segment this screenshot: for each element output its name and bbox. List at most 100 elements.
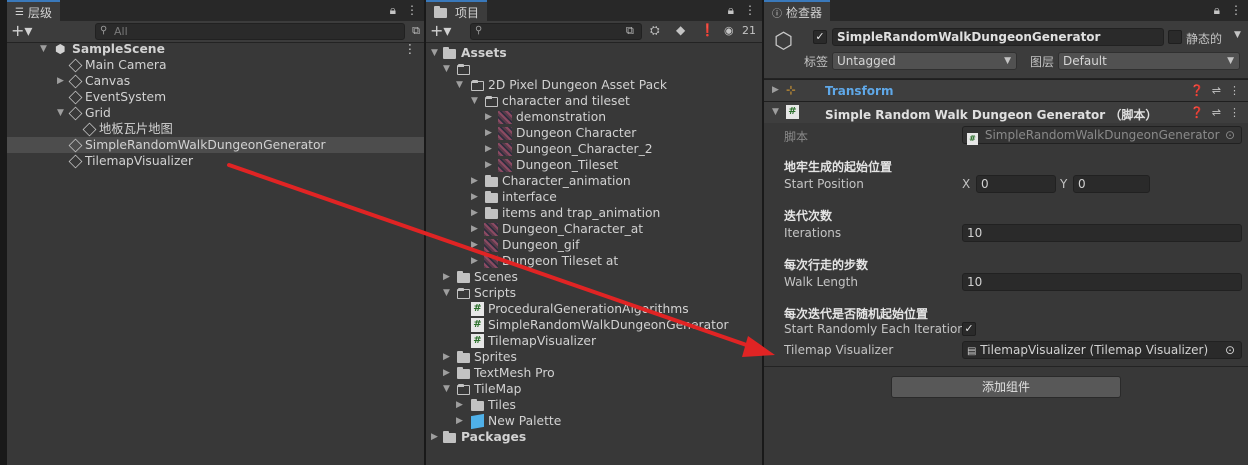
help-icon[interactable]: ❓ [1190, 106, 1204, 119]
project-tree-item[interactable]: ▶ Dungeon_Character_2 [426, 141, 762, 157]
expand-arrow[interactable]: ▼ [57, 105, 64, 121]
expand-arrow[interactable]: ▶ [431, 429, 438, 445]
layer-dropdown[interactable]: Default ▼ [1058, 52, 1240, 70]
expand-arrow[interactable]: ▶ [772, 82, 779, 98]
transform-component-header[interactable]: ▶ ⊹ Transform ❓ ⇌ ⋮ [764, 79, 1248, 101]
expand-arrow[interactable]: ▶ [456, 397, 463, 413]
project-tree-item[interactable]: ▶ Dungeon_Character_at [426, 221, 762, 237]
project-tree-item[interactable]: # SimpleRandomWalkDungeonGenerator [426, 317, 762, 333]
project-tree-item[interactable]: ▶ Scenes [426, 269, 762, 285]
project-tree-item[interactable]: ▶ Character_animation [426, 173, 762, 189]
expand-arrow[interactable]: ▼ [431, 45, 438, 61]
script-component-header[interactable]: ▼ # Simple Random Walk Dungeon Generator… [764, 101, 1248, 123]
more-options-icon[interactable]: ⋮ [744, 3, 756, 18]
expand-arrow[interactable]: ▶ [485, 125, 492, 141]
start-randomly-checkbox[interactable]: ✓ [962, 322, 976, 336]
expand-arrow[interactable]: ▶ [485, 109, 492, 125]
expand-arrow[interactable]: ▶ [443, 365, 450, 381]
warning-icon[interactable]: ❗ [700, 23, 715, 37]
hierarchy-item[interactable]: ▼ Grid [7, 105, 424, 121]
project-tree-item[interactable]: ▼ [426, 61, 762, 77]
lock-icon[interactable]: 🔒︎ [1214, 3, 1220, 18]
project-search-input[interactable]: ⚲ [470, 23, 642, 40]
expand-arrow[interactable]: ▶ [485, 141, 492, 157]
filter-type-icon[interactable]: ⛭ [650, 23, 660, 38]
expand-arrow[interactable]: ▶ [471, 189, 478, 205]
more-options-icon[interactable]: ⋮ [1229, 106, 1240, 119]
project-tree-item[interactable]: ▶ New Palette [426, 413, 762, 430]
object-picker-icon[interactable]: ⊙ [1225, 342, 1235, 358]
expand-arrow[interactable]: ▶ [471, 221, 478, 237]
project-tree-item[interactable]: # ProceduralGenerationAlgorithms [426, 301, 762, 317]
help-icon[interactable]: ❓ [1190, 84, 1204, 97]
tag-dropdown[interactable]: Untagged ▼ [832, 52, 1017, 70]
object-name-field[interactable]: SimpleRandomWalkDungeonGenerator [832, 28, 1164, 46]
expand-arrow[interactable]: ▶ [443, 349, 450, 365]
hierarchy-item[interactable]: TilemapVisualizer [7, 153, 424, 169]
project-tree-item[interactable]: ▼ 2D Pixel Dungeon Asset Pack [426, 77, 762, 93]
create-button[interactable]: +▾ [11, 23, 32, 39]
hierarchy-item[interactable]: ▶ Canvas [7, 73, 424, 89]
expand-arrow[interactable]: ▶ [485, 157, 492, 173]
add-component-button[interactable]: 添加组件 [891, 376, 1121, 398]
more-options-icon[interactable]: ⋮ [406, 3, 418, 18]
project-tree-item[interactable]: ▶ demonstration [426, 109, 762, 125]
static-dropdown-arrow[interactable]: ▼ [1234, 30, 1241, 40]
project-tree-item[interactable]: ▼ character and tileset [426, 93, 762, 109]
expand-arrow[interactable]: ▶ [471, 205, 478, 221]
expand-arrow[interactable]: ▼ [456, 77, 463, 93]
tab-inspector[interactable]: ⓘ 检查器 [764, 0, 831, 21]
project-tree-item[interactable]: ▼ Scripts [426, 285, 762, 301]
project-tree-item[interactable]: ▶ Sprites [426, 349, 762, 365]
project-tree-item[interactable]: ▶ Packages [426, 429, 762, 445]
hierarchy-item[interactable]: EventSystem [7, 89, 424, 105]
expand-arrow[interactable]: ▶ [471, 237, 478, 253]
expand-arrow[interactable]: ▼ [772, 104, 779, 120]
hierarchy-search-input[interactable]: ⚲ All [95, 23, 405, 40]
project-tree-item[interactable]: ▶ Tiles [426, 397, 762, 413]
hidden-packages-icon[interactable]: ◉ [724, 24, 734, 37]
expand-arrow[interactable]: ▶ [471, 253, 478, 269]
expand-arrow[interactable]: ▶ [471, 173, 478, 189]
more-options-icon[interactable]: ⋮ [1230, 3, 1242, 18]
expand-arrow[interactable]: ▼ [443, 381, 450, 397]
search-by-type-icon[interactable]: ⧉ [626, 24, 634, 38]
expand-arrow[interactable]: ▶ [57, 73, 64, 89]
scene-more-icon[interactable]: ⋮ [404, 41, 416, 57]
start-position-x-input[interactable]: 0 [976, 175, 1056, 193]
project-tree-item[interactable]: ▶ TextMesh Pro [426, 365, 762, 381]
tilemap-visualizer-field[interactable]: ▤ TilemapVisualizer (Tilemap Visualizer)… [962, 341, 1242, 359]
more-options-icon[interactable]: ⋮ [1229, 84, 1240, 97]
filter-label-icon[interactable]: ◆ [676, 23, 685, 37]
tab-hierarchy[interactable]: ☰ 层级 [7, 0, 60, 21]
project-tree-item[interactable]: ▶ Dungeon_gif [426, 237, 762, 253]
project-tree-item[interactable]: ▶ items and trap_animation [426, 205, 762, 221]
expand-arrow[interactable]: ▼ [443, 61, 450, 77]
create-asset-button[interactable]: +▾ [430, 23, 451, 39]
expand-arrow[interactable]: ▶ [443, 269, 450, 285]
object-picker-icon[interactable]: ⊙ [1225, 127, 1235, 143]
project-tree-item[interactable]: ▶ Dungeon_Tileset [426, 157, 762, 173]
search-options-icon[interactable]: ⧉ [412, 24, 420, 38]
lock-icon[interactable]: 🔒︎ [728, 3, 734, 18]
tab-project[interactable]: 项目 [426, 0, 488, 21]
project-tree-item[interactable]: ▶ Dungeon Character [426, 125, 762, 141]
expand-arrow[interactable]: ▼ [40, 41, 47, 57]
active-checkbox[interactable]: ✓ [813, 30, 827, 44]
lock-icon[interactable]: 🔒︎ [390, 3, 396, 18]
project-tree-item[interactable]: # TilemapVisualizer [426, 333, 762, 349]
hierarchy-item[interactable]: 地板瓦片地图 [7, 121, 424, 137]
expand-arrow[interactable]: ▼ [471, 93, 478, 109]
project-tree-item[interactable]: ▼ TileMap [426, 381, 762, 397]
hierarchy-item-selected[interactable]: SimpleRandomWalkDungeonGenerator [7, 137, 424, 153]
iterations-input[interactable]: 10 [962, 224, 1242, 242]
static-checkbox[interactable] [1168, 30, 1182, 44]
start-position-y-input[interactable]: 0 [1073, 175, 1150, 193]
preset-icon[interactable]: ⇌ [1212, 84, 1221, 97]
project-tree-item[interactable]: ▼ Assets [426, 45, 762, 61]
hierarchy-item[interactable]: Main Camera [7, 57, 424, 73]
project-tree-item[interactable]: ▶ Dungeon Tileset at [426, 253, 762, 269]
expand-arrow[interactable]: ▶ [456, 413, 463, 429]
expand-arrow[interactable]: ▼ [443, 285, 450, 301]
walk-length-input[interactable]: 10 [962, 273, 1242, 291]
